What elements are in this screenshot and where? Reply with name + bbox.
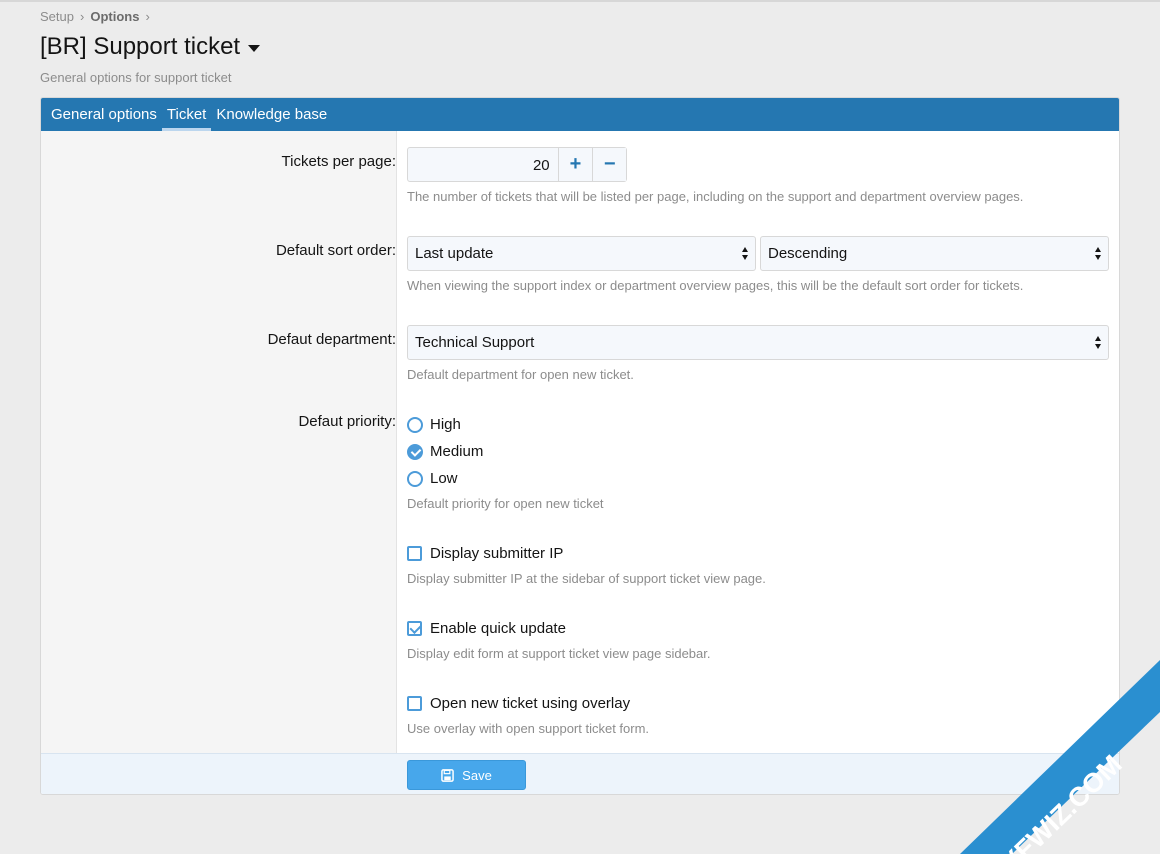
tickets-per-page-label: Tickets per page: [281,153,397,170]
sort-order-label: Default sort order: [275,242,396,259]
form-footer: Save [41,753,1119,794]
priority-hint: Default priority for open new ticket [407,496,604,511]
select-arrows-icon [1095,335,1103,349]
page-description: General options for support ticket [40,70,232,85]
breadcrumb-options[interactable]: Options [90,9,139,24]
chevron-right-icon: › [145,9,150,24]
priority-medium-label: Medium [430,443,484,460]
priority-option-medium[interactable]: Medium [407,443,483,460]
department-value: Technical Support [415,334,535,351]
tickets-per-page-input[interactable]: 20 [408,148,559,181]
caret-down-icon[interactable] [248,44,261,52]
checkbox-checked[interactable] [407,621,422,636]
priority-low-label: Low [430,470,458,487]
tab-ticket[interactable]: Ticket [161,98,212,131]
priority-label: Defaut priority: [298,413,396,430]
priority-option-low[interactable]: Low [407,470,458,487]
chevron-right-icon: › [79,9,85,24]
top-border [0,0,1160,2]
display-ip-hint: Display submitter IP at the sidebar of s… [407,571,766,586]
quick-update-label: Enable quick update [430,620,566,637]
display-ip-option[interactable]: Display submitter IP [407,545,563,562]
page-title: [BR] Support ticket [40,33,241,60]
radio-button-selected[interactable] [407,443,423,460]
overlay-option[interactable]: Open new ticket using overlay [407,695,630,712]
breadcrumb-setup[interactable]: Setup [40,9,74,24]
radio-button[interactable] [407,470,423,487]
sort-order-value: Last update [415,245,494,262]
department-hint: Default department for open new ticket. [407,367,634,382]
display-ip-label: Display submitter IP [430,545,564,562]
overlay-label: Open new ticket using overlay [430,695,631,712]
overlay-hint: Use overlay with open support ticket for… [407,721,650,736]
select-arrows-icon [742,246,750,260]
save-label: Save [462,767,492,783]
plus-icon[interactable]: + [558,148,593,181]
save-button[interactable]: Save [407,760,526,790]
checkbox[interactable] [407,696,422,711]
sort-direction-select[interactable]: Descending [760,236,1109,271]
tab-bar: General options Ticket Knowledge base [41,98,1119,131]
sort-direction-value: Descending [768,245,848,262]
page-title-menu[interactable]: [BR] Support ticket [40,33,261,61]
priority-high-label: High [430,416,461,433]
radio-button[interactable] [407,416,423,433]
sort-order-hint: When viewing the support index or depart… [407,278,1024,293]
minus-icon[interactable]: − [592,148,626,181]
sort-order-select[interactable]: Last update [407,236,756,271]
tickets-per-page-stepper: 20 + − [407,147,627,182]
tickets-per-page-hint: The number of tickets that will be liste… [407,189,1024,204]
priority-option-high[interactable]: High [407,416,461,433]
department-label: Defaut department: [267,331,396,348]
breadcrumb: Setup › Options › [40,9,156,24]
department-select[interactable]: Technical Support [407,325,1109,360]
select-arrows-icon [1095,246,1103,260]
tab-knowledge-base[interactable]: Knowledge base [211,98,332,131]
tab-general-options[interactable]: General options [46,98,162,131]
label-column: Tickets per page: Default sort order: De… [41,131,397,753]
options-panel: General options Ticket Knowledge base Ti… [40,97,1120,795]
quick-update-option[interactable]: Enable quick update [407,620,566,637]
quick-update-hint: Display edit form at support ticket view… [407,646,711,661]
save-icon [441,768,454,782]
checkbox[interactable] [407,546,422,561]
